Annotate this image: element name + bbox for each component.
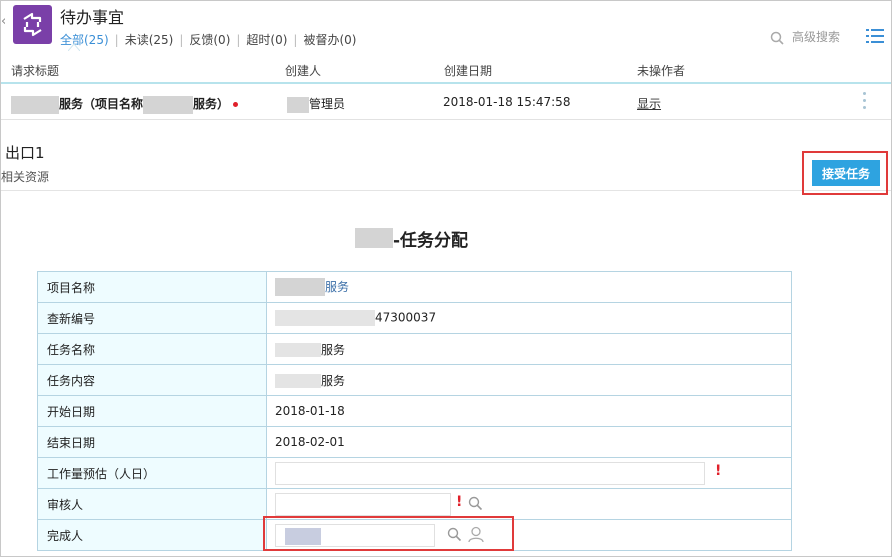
label-end-date: 结束日期 — [37, 426, 267, 458]
redacted-block — [275, 278, 325, 297]
value-query-number: 47300037 — [266, 302, 792, 334]
redacted-block — [275, 310, 375, 326]
redacted-block — [11, 95, 59, 114]
label-workload: 工作量预估（人日） — [37, 457, 267, 489]
app-logo-icon — [13, 5, 52, 44]
row-operator-link[interactable]: 显示 — [637, 95, 661, 112]
tab-separator: | — [293, 33, 298, 47]
advanced-search-label: 高级搜索 — [792, 30, 841, 44]
form-row-start-date: 开始日期 2018-01-18 — [37, 395, 792, 427]
reviewer-input[interactable] — [275, 493, 451, 516]
row-date: 2018-01-18 15:47:58 — [443, 95, 571, 109]
filter-tabs: 全部(25) | 未读(25) | 反馈(0) | 超时(0) | 被督办(0) — [60, 31, 356, 48]
form-row-project: 项目名称 服务 — [37, 271, 792, 303]
tab-unread[interactable]: 未读(25) — [125, 33, 174, 47]
redacted-block — [287, 96, 309, 113]
table-row[interactable]: 服务（项目名称 服务） 管理员 2018-01-18 15:47:58 显示 — [1, 86, 891, 120]
related-resources-link[interactable]: 相关资源 — [1, 168, 49, 185]
value-workload: ! — [266, 457, 792, 489]
label-completer: 完成人 — [37, 519, 267, 551]
list-view-icon[interactable] — [866, 28, 884, 44]
form-row-end-date: 结束日期 2018-02-01 — [37, 426, 792, 458]
label-reviewer: 审核人 — [37, 488, 267, 520]
form-row-reviewer: 审核人 ! — [37, 488, 792, 520]
label-start-date: 开始日期 — [37, 395, 267, 427]
tab-separator: | — [179, 33, 184, 47]
redacted-block — [275, 374, 321, 388]
list-header: 请求标题 创建人 创建日期 未操作者 — [1, 58, 891, 84]
accept-task-button[interactable]: 接受任务 — [812, 160, 880, 186]
redacted-block — [143, 95, 194, 114]
completer-highlight — [263, 516, 514, 551]
row-title[interactable]: 服务（项目名称 服务） — [11, 95, 239, 114]
active-tab-caret-icon — [68, 43, 80, 51]
col-operator[interactable]: 未操作者 — [637, 62, 685, 79]
label-query-number: 查新编号 — [37, 302, 267, 334]
tab-feedback[interactable]: 反馈(0) — [189, 33, 230, 47]
detail-title: 出口1 — [5, 144, 45, 162]
required-mark-icon: ! — [456, 494, 463, 510]
tab-separator: | — [236, 33, 241, 47]
unread-dot-icon — [233, 102, 239, 107]
row-more-icon[interactable] — [863, 92, 867, 113]
value-start-date: 2018-01-18 — [266, 395, 792, 427]
task-form-table: 项目名称 服务 查新编号 47300037 任务名称 服务 任务内容 服务 开始… — [37, 271, 792, 551]
value-task-content: 服务 — [266, 364, 792, 396]
col-date[interactable]: 创建日期 — [444, 62, 492, 79]
value-project-name: 服务 — [266, 271, 792, 303]
search-icon[interactable] — [468, 496, 483, 511]
value-task-name: 服务 — [266, 333, 792, 365]
label-task-content: 任务内容 — [37, 364, 267, 396]
row-creator: 管理员 — [287, 95, 345, 113]
advanced-search[interactable]: 高级搜索 — [770, 28, 840, 45]
value-end-date: 2018-02-01 — [266, 426, 792, 458]
required-mark-icon: ! — [715, 463, 722, 479]
form-row-query-no: 查新编号 47300037 — [37, 302, 792, 334]
divider — [1, 190, 891, 191]
col-title[interactable]: 请求标题 — [11, 62, 59, 79]
tab-supervised[interactable]: 被督办(0) — [303, 33, 356, 47]
redacted-block — [275, 343, 321, 357]
search-icon — [770, 31, 784, 45]
form-row-task-content: 任务内容 服务 — [37, 364, 792, 396]
form-row-workload: 工作量预估（人日） ! — [37, 457, 792, 489]
redacted-block — [355, 228, 393, 248]
back-chevron-icon[interactable]: ‹ — [1, 14, 6, 29]
tab-timeout[interactable]: 超时(0) — [246, 33, 287, 47]
value-reviewer: ! — [266, 488, 792, 520]
tab-separator: | — [114, 33, 119, 47]
accept-highlight: 接受任务 — [802, 151, 888, 195]
col-creator[interactable]: 创建人 — [285, 62, 321, 79]
app-title: 待办事宜 — [60, 8, 125, 27]
label-task-name: 任务名称 — [37, 333, 267, 365]
form-title: -任务分配 — [355, 226, 468, 251]
label-project-name: 项目名称 — [37, 271, 267, 303]
workload-input[interactable] — [275, 462, 705, 485]
form-row-task-name: 任务名称 服务 — [37, 333, 792, 365]
